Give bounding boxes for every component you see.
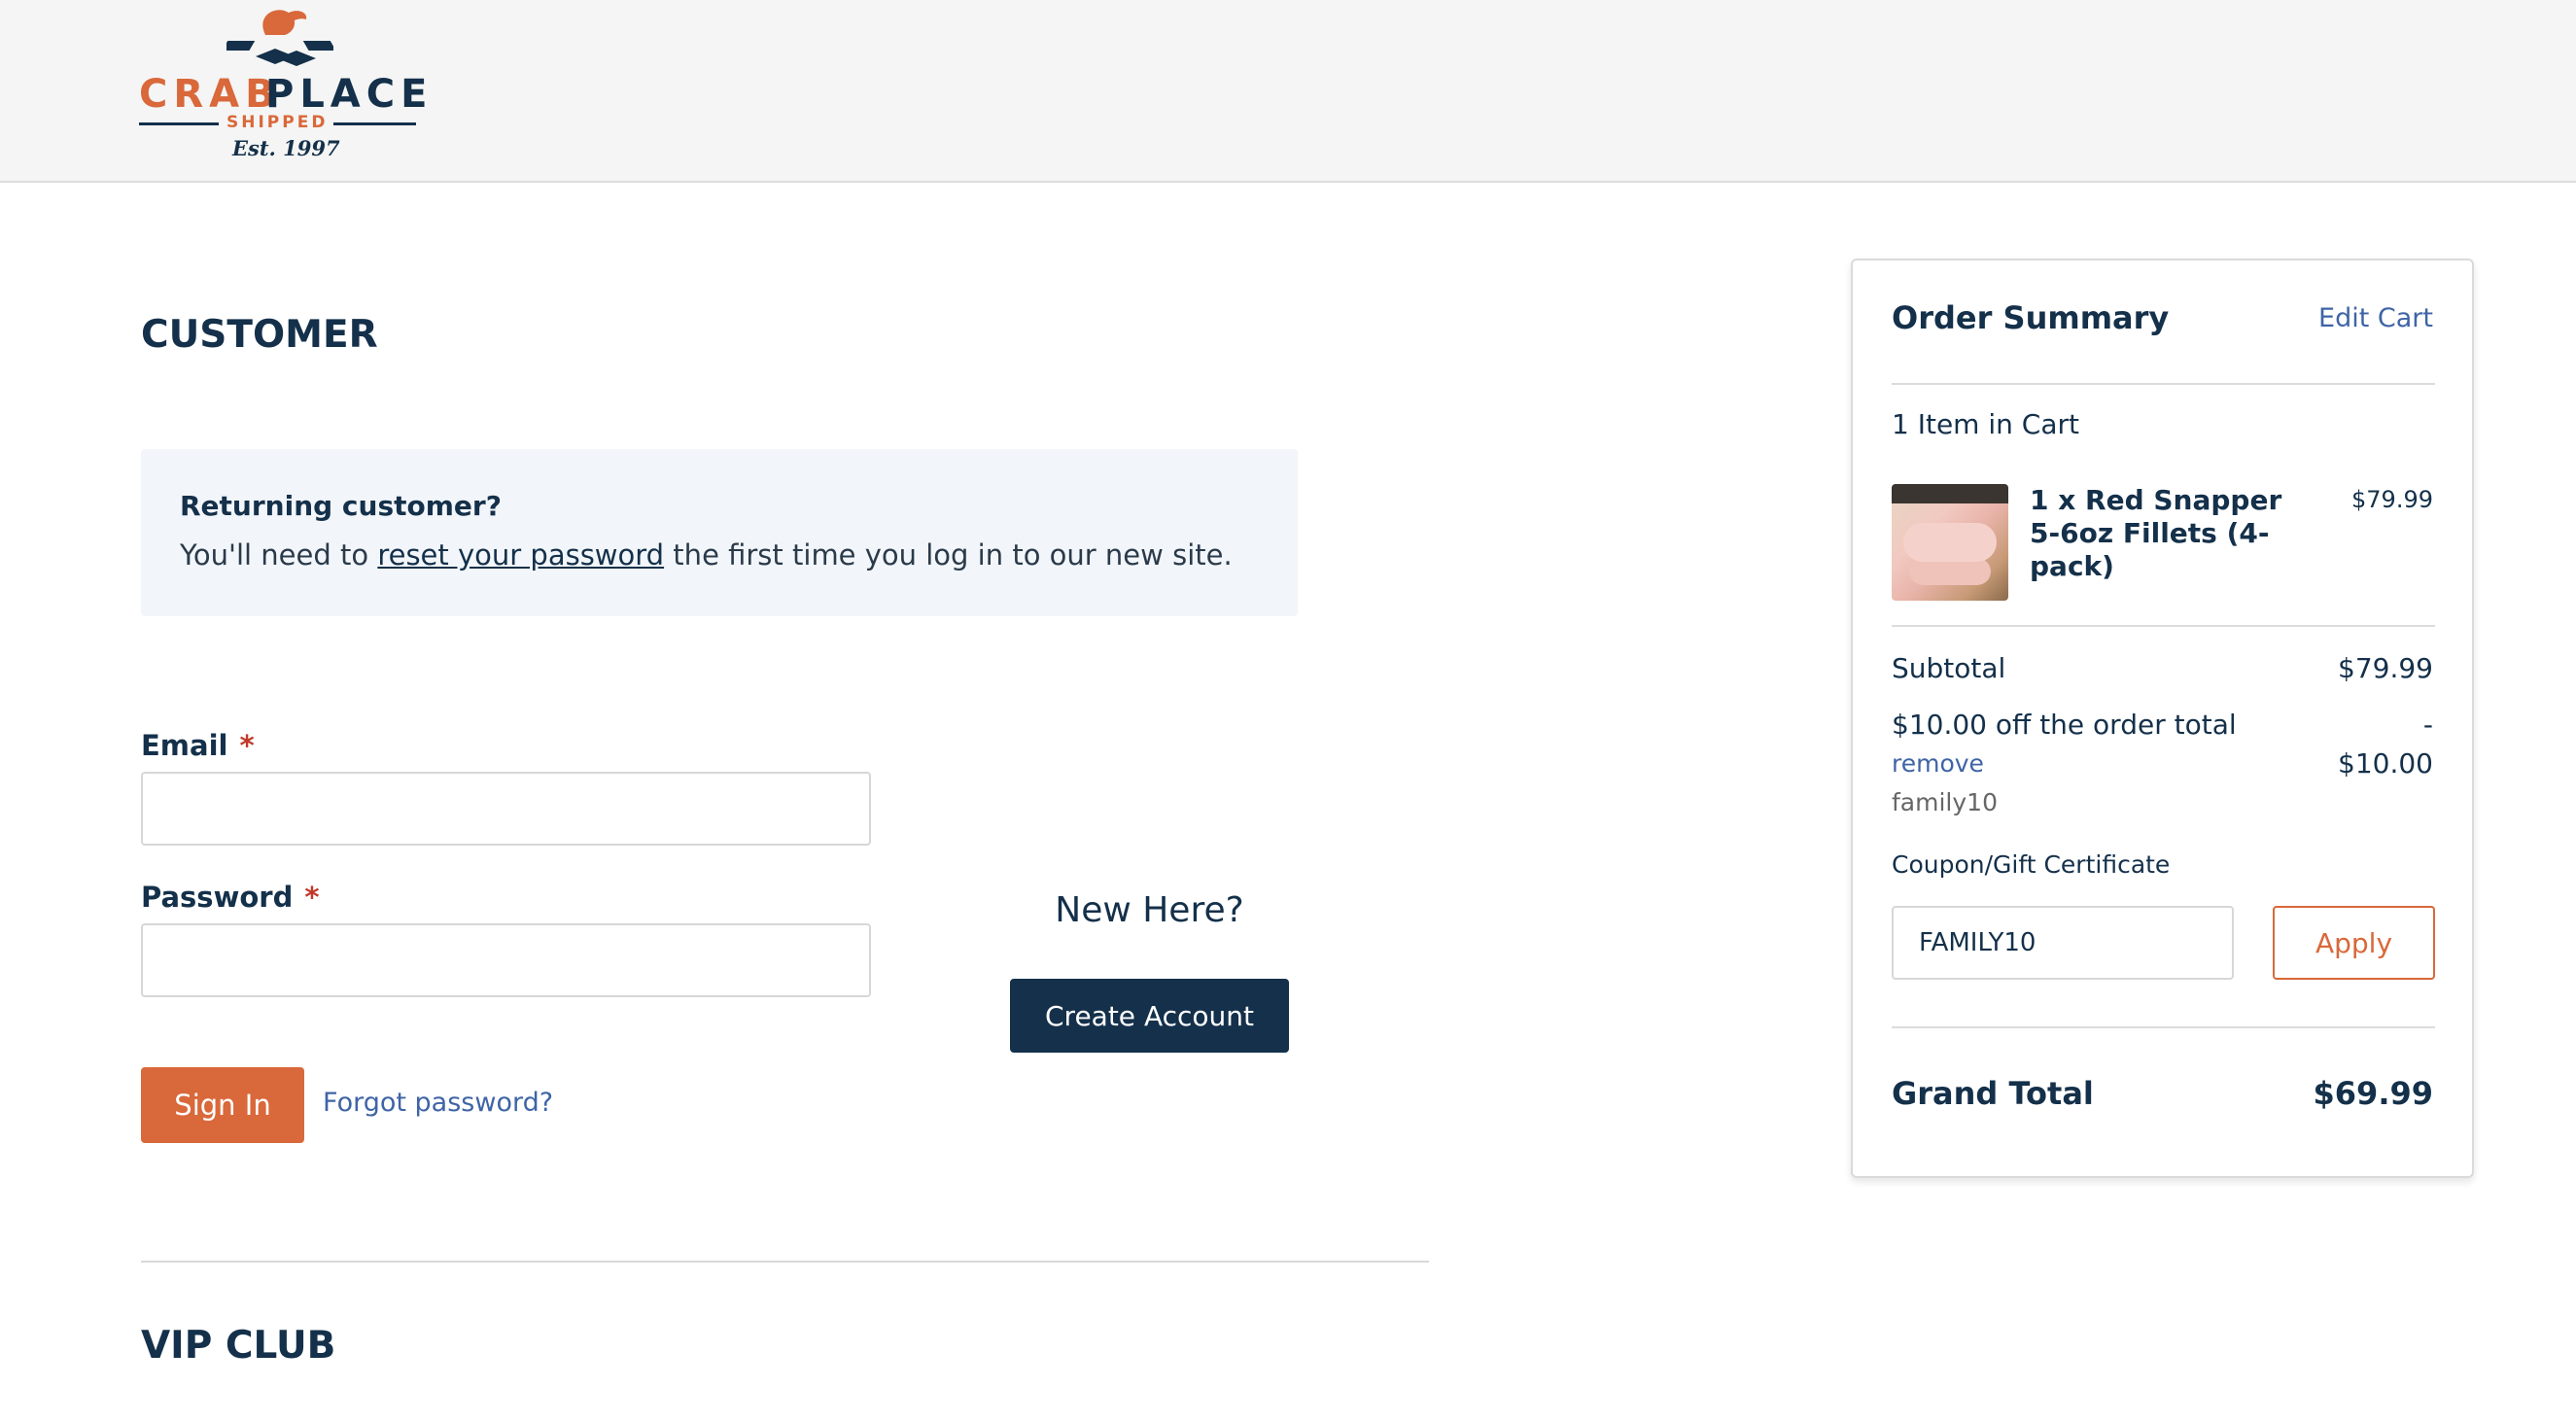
forgot-password-link[interactable]: Forgot password? bbox=[323, 1088, 553, 1118]
cart-item-count: 1 Item in Cart bbox=[1892, 408, 2079, 440]
remove-coupon-link[interactable]: remove bbox=[1892, 749, 1984, 778]
notice-text-after: the first time you log in to our new sit… bbox=[664, 538, 1233, 572]
email-label: Email * bbox=[141, 729, 255, 762]
notice-text-before: You'll need to bbox=[180, 538, 378, 572]
reset-password-link[interactable]: reset your password bbox=[377, 538, 664, 572]
email-input[interactable] bbox=[141, 772, 871, 846]
sign-in-button[interactable]: Sign In bbox=[141, 1067, 304, 1143]
summary-divider bbox=[1892, 625, 2435, 627]
cart-item-price: $79.99 bbox=[2351, 486, 2433, 513]
coupon-input[interactable] bbox=[1892, 906, 2234, 980]
subtotal-value: $79.99 bbox=[2338, 652, 2433, 684]
logo-rule-right bbox=[333, 122, 416, 125]
customer-heading: CUSTOMER bbox=[141, 313, 378, 357]
logo-word-crab: CRAB bbox=[139, 72, 281, 117]
order-summary-title: Order Summary bbox=[1892, 299, 2170, 336]
apply-coupon-button[interactable]: Apply bbox=[2273, 906, 2435, 980]
crab-logo-icon bbox=[226, 10, 333, 66]
logo-word-place: PLACE bbox=[265, 72, 434, 117]
password-label: Password * bbox=[141, 881, 320, 914]
coupon-label: Coupon/Gift Certificate bbox=[1892, 850, 2171, 879]
new-here-heading: New Here? bbox=[1055, 890, 1244, 930]
summary-divider bbox=[1892, 1026, 2435, 1028]
create-account-button[interactable]: Create Account bbox=[1010, 979, 1289, 1053]
cart-item-name: 1 x Red Snapper 5-6oz Fillets (4-pack) bbox=[2030, 484, 2282, 582]
notice-title: Returning customer? bbox=[180, 490, 502, 522]
grand-total-value: $69.99 bbox=[2313, 1075, 2433, 1112]
edit-cart-link[interactable]: Edit Cart bbox=[2318, 303, 2433, 333]
discount-dash: - bbox=[2422, 709, 2433, 741]
summary-divider bbox=[1892, 383, 2435, 385]
discount-value: $10.00 bbox=[2338, 747, 2433, 780]
section-divider bbox=[141, 1261, 1429, 1263]
discount-label: $10.00 off the order total bbox=[1892, 709, 2237, 741]
password-label-text: Password bbox=[141, 881, 294, 914]
email-label-text: Email bbox=[141, 729, 228, 762]
grand-total-label: Grand Total bbox=[1892, 1075, 2094, 1112]
logo-tagline: SHIPPED bbox=[226, 113, 329, 132]
site-header: CRAB PLACE SHIPPED Est. 1997 bbox=[0, 0, 2576, 183]
returning-customer-notice: Returning customer? You'll need to reset… bbox=[141, 449, 1298, 616]
crab-place-logo[interactable]: CRAB PLACE SHIPPED Est. 1997 bbox=[139, 6, 427, 161]
product-thumbnail bbox=[1892, 484, 2008, 601]
vip-club-heading: VIP CLUB bbox=[141, 1324, 336, 1368]
notice-text: You'll need to reset your password the f… bbox=[180, 538, 1233, 572]
subtotal-label: Subtotal bbox=[1892, 652, 2006, 684]
logo-rule-left bbox=[139, 122, 219, 125]
logo-established: Est. 1997 bbox=[232, 136, 340, 160]
password-input[interactable] bbox=[141, 923, 871, 997]
order-summary-panel: Order Summary Edit Cart 1 Item in Cart 1… bbox=[1851, 259, 2474, 1178]
required-mark: * bbox=[239, 729, 255, 762]
required-mark: * bbox=[304, 881, 320, 914]
applied-coupon-code: family10 bbox=[1892, 788, 1998, 816]
